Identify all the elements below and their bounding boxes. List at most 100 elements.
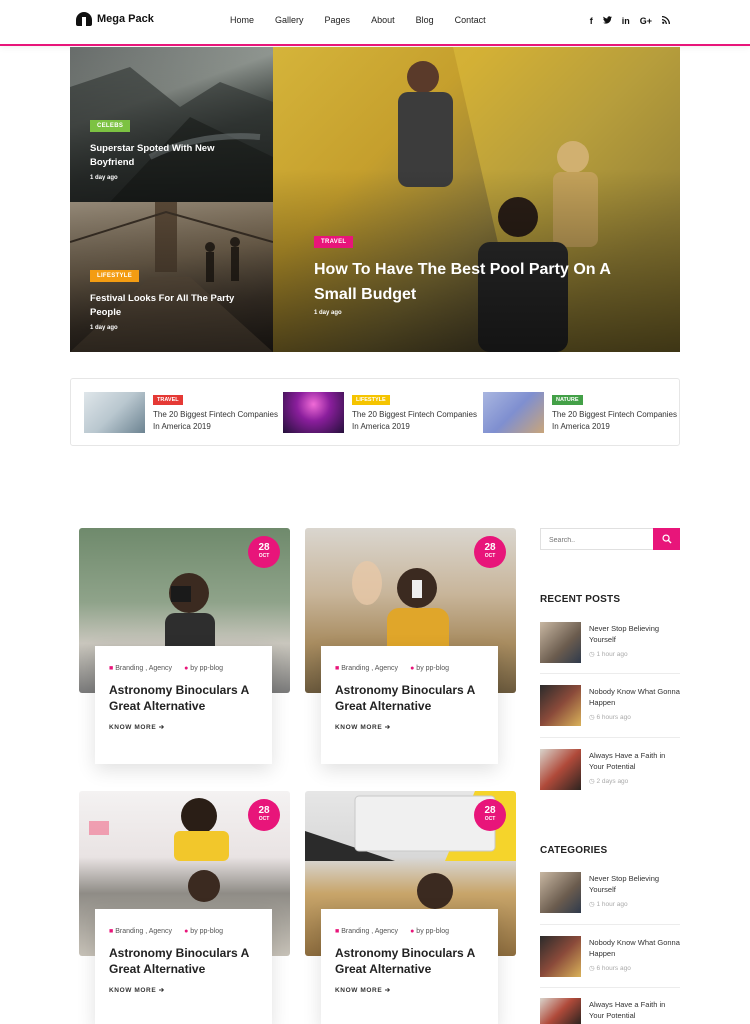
sidebar-post-time: ◷ 1 hour ago bbox=[589, 901, 628, 908]
sidebar-post[interactable]: Always Have a Faith in Your Potential ◷ … bbox=[540, 749, 680, 801]
clock-icon: ◷ bbox=[589, 714, 595, 721]
social-links: f in G+ bbox=[590, 16, 670, 26]
sidebar-post-thumb[interactable] bbox=[540, 685, 581, 726]
post-title[interactable]: Astronomy Binoculars A Great Alternative bbox=[109, 682, 258, 714]
sidebar-post-time: ◷ 2 days ago bbox=[589, 778, 629, 785]
site-header: Mega Pack Home Gallery Pages About Blog … bbox=[0, 0, 750, 46]
facebook-icon[interactable]: f bbox=[590, 16, 593, 26]
featured-strip: TRAVEL The 20 Biggest Fintech Companies … bbox=[70, 378, 680, 446]
post-category[interactable]: Branding , Agency bbox=[115, 928, 172, 935]
category-badge[interactable]: CELEBS bbox=[90, 120, 131, 132]
post-author[interactable]: by pp-blog bbox=[190, 665, 223, 672]
featured-item[interactable]: NATURE The 20 Biggest Fintech Companies … bbox=[483, 392, 678, 434]
arrow-right-icon: ➔ bbox=[384, 987, 391, 994]
arrow-right-icon: ➔ bbox=[158, 987, 165, 994]
sidebar-post[interactable]: Nobody Know What Gonna Happen ◷ 6 hours … bbox=[540, 685, 680, 737]
nav-blog[interactable]: Blog bbox=[416, 15, 434, 25]
hero-tile-date: 1 day ago bbox=[314, 310, 342, 316]
hero-tile-travel[interactable]: TRAVEL How To Have The Best Pool Party O… bbox=[273, 47, 680, 352]
google-plus-icon[interactable]: G+ bbox=[640, 16, 652, 26]
hero-tile-celebs[interactable]: CELEBS Superstar Spoted With New Boyfrie… bbox=[70, 47, 273, 202]
sidebar-post-title[interactable]: Nobody Know What Gonna Happen bbox=[589, 937, 681, 959]
clock-icon: ◷ bbox=[589, 901, 595, 908]
linkedin-icon[interactable]: in bbox=[622, 16, 630, 26]
nav-about[interactable]: About bbox=[371, 15, 395, 25]
featured-title[interactable]: The 20 Biggest Fintech Companies In Amer… bbox=[153, 409, 278, 433]
post-category[interactable]: Branding , Agency bbox=[115, 665, 172, 672]
date-badge: 28 OCT bbox=[248, 799, 280, 831]
divider bbox=[540, 737, 680, 738]
sidebar-post-title[interactable]: Never Stop Believing Yourself bbox=[589, 623, 681, 645]
search-box bbox=[540, 528, 653, 551]
post-title[interactable]: Astronomy Binoculars A Great Alternative bbox=[109, 945, 258, 977]
know-more-link[interactable]: KNOW MORE ➔ bbox=[335, 986, 484, 994]
main-nav: Home Gallery Pages About Blog Contact bbox=[230, 15, 507, 25]
sidebar-category[interactable]: Nobody Know What Gonna Happen ◷ 6 hours … bbox=[540, 936, 680, 988]
post-card: 28 OCT ■ Branding , Agency ● by pp-blog Astr… bbox=[79, 528, 290, 768]
know-more-link[interactable]: KNOW MORE ➔ bbox=[335, 723, 484, 731]
hero-tile-title[interactable]: Superstar Spoted With New Boyfriend bbox=[90, 142, 240, 170]
sidebar-post-thumb[interactable] bbox=[540, 998, 581, 1024]
search-button[interactable] bbox=[653, 528, 680, 550]
category-badge[interactable]: TRAVEL bbox=[153, 395, 183, 405]
category-badge[interactable]: TRAVEL bbox=[314, 236, 354, 248]
featured-item[interactable]: LIFESTYLE The 20 Biggest Fintech Compani… bbox=[283, 392, 478, 434]
post-author[interactable]: by pp-blog bbox=[416, 928, 449, 935]
sidebar-post-thumb[interactable] bbox=[540, 749, 581, 790]
date-badge: 28 OCT bbox=[474, 536, 506, 568]
nav-home[interactable]: Home bbox=[230, 15, 254, 25]
recent-posts-heading: RECENT POSTS bbox=[540, 594, 621, 605]
divider bbox=[540, 673, 680, 674]
user-icon: ● bbox=[410, 928, 415, 935]
hero-grid: CELEBS Superstar Spoted With New Boyfrie… bbox=[70, 47, 680, 352]
post-card: 28 OCT ■ Branding , Agency ● by pp-blog Astr… bbox=[305, 528, 516, 768]
sidebar-post-thumb[interactable] bbox=[540, 872, 581, 913]
folder-icon: ■ bbox=[109, 665, 114, 672]
nav-contact[interactable]: Contact bbox=[455, 15, 486, 25]
site-logo[interactable]: Mega Pack bbox=[76, 12, 154, 26]
clock-icon: ◷ bbox=[589, 778, 595, 785]
know-more-link[interactable]: KNOW MORE ➔ bbox=[109, 986, 258, 994]
sidebar-category[interactable]: Never Stop Believing Yourself ◷ 1 hour a… bbox=[540, 872, 680, 924]
logo-text: Mega Pack bbox=[97, 13, 154, 25]
post-title[interactable]: Astronomy Binoculars A Great Alternative bbox=[335, 945, 484, 977]
post-category[interactable]: Branding , Agency bbox=[341, 928, 398, 935]
post-title[interactable]: Astronomy Binoculars A Great Alternative bbox=[335, 682, 484, 714]
rss-icon[interactable] bbox=[662, 16, 670, 26]
hero-tile-title[interactable]: Festival Looks For All The Party People bbox=[90, 292, 250, 320]
user-icon: ● bbox=[184, 928, 189, 935]
nav-gallery[interactable]: Gallery bbox=[275, 15, 304, 25]
user-icon: ● bbox=[184, 665, 189, 672]
arrow-right-icon: ➔ bbox=[158, 724, 165, 731]
sidebar-post[interactable]: Never Stop Believing Yourself ◷ 1 hour a… bbox=[540, 622, 680, 674]
search-input[interactable] bbox=[541, 530, 653, 551]
post-author[interactable]: by pp-blog bbox=[190, 928, 223, 935]
know-more-link[interactable]: KNOW MORE ➔ bbox=[109, 723, 258, 731]
nav-pages[interactable]: Pages bbox=[325, 15, 351, 25]
category-badge[interactable]: LIFESTYLE bbox=[352, 395, 390, 405]
featured-thumb[interactable] bbox=[483, 392, 544, 433]
featured-thumb[interactable] bbox=[84, 392, 145, 433]
sidebar-post-thumb[interactable] bbox=[540, 936, 581, 977]
post-author[interactable]: by pp-blog bbox=[416, 665, 449, 672]
featured-title[interactable]: The 20 Biggest Fintech Companies In Amer… bbox=[552, 409, 677, 433]
sidebar-post-title[interactable]: Never Stop Believing Yourself bbox=[589, 873, 681, 895]
sidebar-category[interactable]: Always Have a Faith in Your Potential bbox=[540, 998, 680, 1024]
featured-thumb[interactable] bbox=[283, 392, 344, 433]
featured-item[interactable]: TRAVEL The 20 Biggest Fintech Companies … bbox=[84, 392, 279, 434]
sidebar-post-thumb[interactable] bbox=[540, 622, 581, 663]
hero-tile-date: 1 day ago bbox=[90, 175, 118, 181]
twitter-icon[interactable] bbox=[602, 16, 612, 26]
category-badge[interactable]: LIFESTYLE bbox=[90, 270, 140, 282]
featured-title[interactable]: The 20 Biggest Fintech Companies In Amer… bbox=[352, 409, 477, 433]
divider bbox=[540, 987, 680, 988]
post-card: 28 OCT ■ Branding , Agency ● by pp-blog Astr… bbox=[305, 791, 516, 1024]
sidebar-post-title[interactable]: Always Have a Faith in Your Potential bbox=[589, 750, 681, 772]
sidebar-post-title[interactable]: Always Have a Faith in Your Potential bbox=[589, 999, 681, 1021]
hero-tile-lifestyle[interactable]: LIFESTYLE Festival Looks For All The Par… bbox=[70, 202, 273, 352]
post-category[interactable]: Branding , Agency bbox=[341, 665, 398, 672]
category-badge[interactable]: NATURE bbox=[552, 395, 583, 405]
hero-main-title[interactable]: How To Have The Best Pool Party On A Sma… bbox=[314, 257, 634, 307]
sidebar-post-title[interactable]: Nobody Know What Gonna Happen bbox=[589, 686, 681, 708]
folder-icon: ■ bbox=[335, 928, 340, 935]
